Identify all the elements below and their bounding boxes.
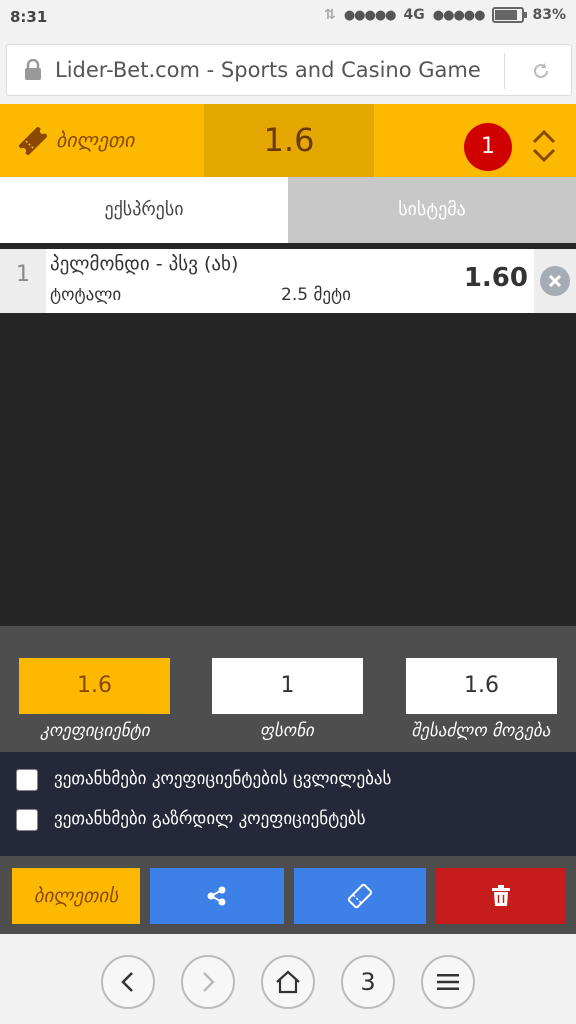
bet-row: 1 პელმონდი - პსვ (ახ) ტოტალი 2.5 მეტი 1.…: [0, 249, 576, 313]
wifi-signal-icon: ●●●●●: [432, 7, 486, 23]
accept-odds-changes-label: ვეთანხმები კოეფიციენტების ცვლილებას: [54, 769, 392, 789]
data-transfer-icon: ⇅: [324, 7, 336, 23]
tickets-button[interactable]: ბილეთის: [12, 868, 140, 924]
bet-market: ტოტალი: [50, 285, 122, 305]
battery-icon: [492, 7, 528, 23]
close-icon: [540, 266, 570, 296]
bet-index: 1: [0, 249, 46, 313]
back-button[interactable]: [101, 955, 155, 1009]
signal-icon: ●●●●●: [343, 7, 397, 23]
stake-input[interactable]: 1: [212, 658, 363, 714]
total-odds: 1.6: [204, 104, 374, 177]
status-time: 8:31: [10, 8, 48, 26]
share-button[interactable]: [150, 868, 284, 924]
network-type: 4G: [403, 7, 425, 23]
bet-odd: 1.60: [463, 263, 528, 293]
bet-count-badge: 1: [464, 123, 512, 171]
tab-express[interactable]: ექსპრესი: [0, 177, 288, 243]
share-icon: [207, 886, 226, 906]
possible-win-label: შესაძლო მოგება: [411, 721, 551, 741]
forward-button[interactable]: [181, 955, 235, 1009]
chevron-right-icon: [203, 972, 215, 992]
bet-match: პელმონდი - პსვ (ახ): [50, 253, 239, 275]
possible-win-value: 1.6: [406, 658, 557, 714]
betslip-header: ბილეთი 1.6 1: [0, 104, 576, 177]
accept-odds-changes-checkbox[interactable]: [16, 769, 38, 791]
coefficient-value: 1.6: [19, 658, 170, 714]
tabs-button[interactable]: 3: [341, 955, 395, 1009]
ticket-label: ბილეთი: [56, 128, 135, 152]
ticket-tab[interactable]: ბილეთი: [0, 104, 204, 177]
address-bar[interactable]: Lider-Bet.com - Sports and Casino Game: [6, 44, 572, 96]
bet-options: ვეთანხმები კოეფიციენტების ცვლილებას ვეთა…: [0, 752, 576, 856]
page-title: Lider-Bet.com - Sports and Casino Game: [55, 58, 481, 82]
status-indicators: ⇅ ●●●●● 4G ●●●●● 83%: [324, 7, 566, 23]
action-bar: ბილეთის: [0, 856, 576, 934]
accept-increased-odds-label: ვეთანხმები გაზრდილ კოეფიციენტებს: [54, 809, 366, 829]
place-bet-button[interactable]: [294, 868, 426, 924]
coefficient-label: კოეფიციენტი: [40, 721, 150, 741]
bet-summary: 1.6 1 1.6 კოეფიციენტი ფსონი შესაძლო მოგე…: [0, 626, 576, 752]
bet-type-tabs: ექსპრესი სისტემა: [0, 177, 576, 243]
chevron-left-icon: [121, 972, 133, 992]
battery-percent: 83%: [532, 7, 566, 23]
reload-icon[interactable]: [531, 61, 551, 81]
accept-increased-odds-checkbox[interactable]: [16, 809, 38, 831]
ticket-icon: [347, 883, 373, 909]
address-bar-divider: [504, 53, 505, 89]
remove-bet-button[interactable]: [534, 249, 576, 313]
browser-toolbar: Lider-Bet.com - Sports and Casino Game: [0, 34, 576, 104]
home-button[interactable]: [261, 955, 315, 1009]
tabs-count: 3: [360, 968, 376, 996]
tab-system[interactable]: სისტემა: [288, 177, 576, 243]
browser-navigation: 3: [0, 934, 576, 1024]
lock-icon: [25, 59, 41, 80]
delete-all-button[interactable]: [436, 868, 565, 924]
expand-collapse-icon[interactable]: [530, 126, 558, 166]
accept-increased-odds-option[interactable]: ვეთანხმები გაზრდილ კოეფიციენტებს: [16, 806, 556, 836]
stake-label: ფსონი: [260, 721, 314, 741]
accept-odds-changes-option[interactable]: ვეთანხმები კოეფიციენტების ცვლილებას: [16, 766, 556, 796]
menu-button[interactable]: [421, 955, 475, 1009]
home-icon: [276, 970, 300, 994]
status-bar: 8:31 ⇅ ●●●●● 4G ●●●●● 83%: [0, 0, 576, 34]
ticket-icon: [18, 126, 48, 156]
trash-icon: [491, 885, 510, 906]
bet-parameter: 2.5 მეტი: [281, 285, 351, 305]
menu-icon: [437, 974, 459, 990]
